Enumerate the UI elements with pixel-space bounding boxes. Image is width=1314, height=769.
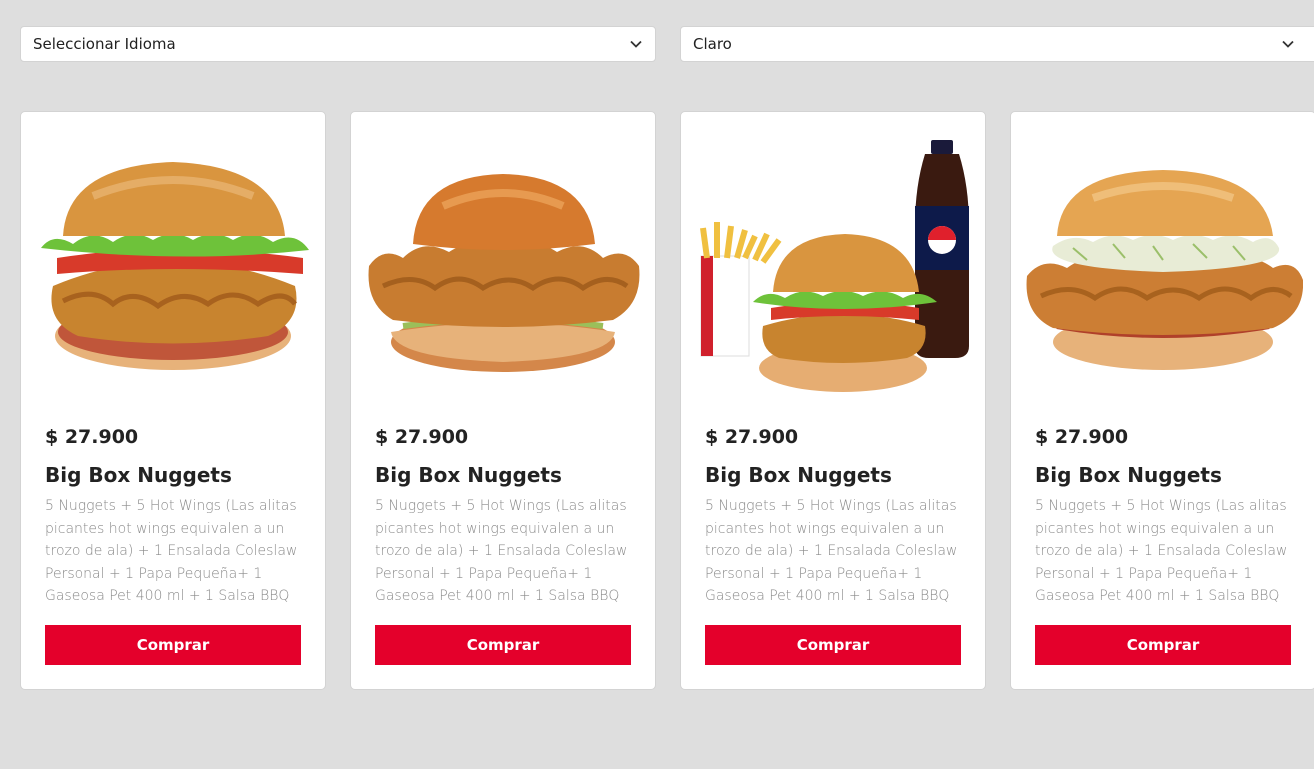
product-card: $ 27.900 Big Box Nuggets 5 Nuggets + 5 H… <box>1010 111 1314 690</box>
product-card: $ 27.900 Big Box Nuggets 5 Nuggets + 5 H… <box>680 111 986 690</box>
product-description: 5 Nuggets + 5 Hot Wings (Las alitas pica… <box>705 498 958 604</box>
buy-button[interactable]: Comprar <box>705 625 961 665</box>
chevron-down-icon <box>1281 37 1295 51</box>
product-card: $ 27.900 Big Box Nuggets 5 Nuggets + 5 H… <box>350 111 656 690</box>
product-price: $ 27.900 <box>375 426 469 448</box>
product-name: Big Box Nuggets <box>45 463 232 487</box>
buy-button[interactable]: Comprar <box>45 625 301 665</box>
product-price: $ 27.900 <box>1035 426 1129 448</box>
language-select-value: Seleccionar Idioma <box>33 35 176 53</box>
theme-select-value: Claro <box>693 35 732 53</box>
product-image <box>693 136 973 406</box>
language-select[interactable]: Seleccionar Idioma <box>20 26 656 62</box>
product-price: $ 27.900 <box>705 426 799 448</box>
buy-button[interactable]: Comprar <box>1035 625 1291 665</box>
product-image <box>1023 136 1304 406</box>
product-price: $ 27.900 <box>45 426 139 448</box>
product-name: Big Box Nuggets <box>705 463 892 487</box>
product-name: Big Box Nuggets <box>375 463 562 487</box>
chevron-down-icon <box>629 37 643 51</box>
product-description: 5 Nuggets + 5 Hot Wings (Las alitas pica… <box>375 498 628 604</box>
buy-button[interactable]: Comprar <box>375 625 631 665</box>
product-description: 5 Nuggets + 5 Hot Wings (Las alitas pica… <box>1035 498 1288 604</box>
theme-select[interactable]: Claro <box>680 26 1314 62</box>
product-name: Big Box Nuggets <box>1035 463 1222 487</box>
product-image <box>363 136 643 406</box>
product-image <box>33 136 313 406</box>
product-description: 5 Nuggets + 5 Hot Wings (Las alitas pica… <box>45 498 298 604</box>
product-card: $ 27.900 Big Box Nuggets 5 Nuggets + 5 H… <box>20 111 326 690</box>
